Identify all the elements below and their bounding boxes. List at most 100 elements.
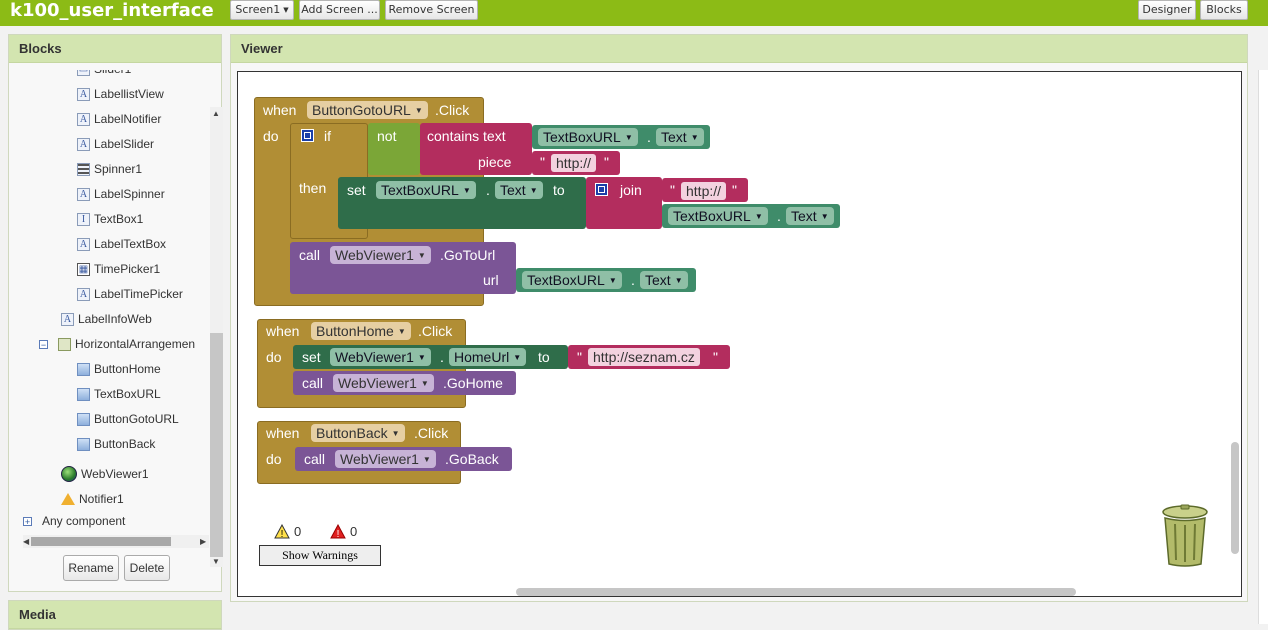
blocks-panel: Blocks ▭ Slider1 A LabellistView A LabelNot… [8,34,223,592]
slider-icon: ▭ [77,63,90,76]
page-scroll-strip [1258,70,1268,624]
tree-item-labelslider[interactable]: A LabelSlider [77,134,154,154]
chevron-down-icon: ▼ [624,133,633,142]
when-label: when [266,425,300,441]
scroll-up-icon[interactable]: ▲ [212,109,220,118]
warning-triangle-icon: ! [274,524,290,539]
tree-horizontal-scroll-thumb[interactable] [31,537,171,546]
button-icon [77,387,90,401]
tree-item-any-component[interactable]: + Any component [23,511,125,531]
to-label: to [553,182,565,198]
delete-button[interactable]: Delete [124,555,170,581]
component-name: ButtonGotoURL [312,102,411,118]
mutator-icon[interactable] [595,183,608,196]
do-label: do [266,451,282,467]
trash-can-icon[interactable] [1160,504,1210,568]
tree-item-buttonhome[interactable]: ButtonHome [77,359,161,379]
workspace-vertical-scrollbar[interactable] [1231,442,1239,554]
chevron-down-icon: ▼ [283,6,289,14]
component-dropdown-webviewer1[interactable]: WebViewer1 ▼ [330,348,431,366]
component-dropdown-webviewer1[interactable]: WebViewer1 ▼ [335,450,436,468]
component-dropdown-textboxurl[interactable]: TextBoxURL ▼ [538,128,638,146]
string-value-http[interactable]: http:// [681,182,727,200]
property-dropdown-text[interactable]: Text ▼ [640,271,688,289]
tree-item-horizontalarrangement[interactable]: − HorizontalArrangemen [39,334,204,354]
show-warnings-button[interactable]: Show Warnings [259,545,381,566]
workspace-horizontal-scrollbar[interactable] [516,588,1076,596]
screen-dropdown[interactable]: Screen1 ▼ [230,0,294,20]
when-label: when [266,323,300,339]
dot-label: . [647,129,651,145]
tree-item-webviewer1[interactable]: WebViewer1 [61,464,149,484]
tree-vertical-scroll-thumb[interactable] [210,333,223,557]
rename-button[interactable]: Rename [63,555,119,581]
tree-vertical-scrollbar[interactable]: ▲ ▼ [210,107,223,567]
expand-icon[interactable]: + [23,516,32,526]
component-dropdown-textboxurl[interactable]: TextBoxURL ▼ [376,181,476,199]
scroll-down-icon[interactable]: ▼ [212,557,220,566]
tree-item-timepicker1[interactable]: ▦ TimePicker1 [77,259,160,279]
tree-item-labelspinner[interactable]: A LabelSpinner [77,184,165,204]
mutator-icon[interactable] [301,129,314,142]
tree-item-labeltextbox[interactable]: A LabelTextBox [77,234,166,254]
click-label: .Click [418,323,453,339]
tree-item-buttongotourl[interactable]: ButtonGotoURL [77,409,179,429]
scroll-right-icon[interactable]: ▶ [200,537,206,546]
component-dropdown-webviewer1[interactable]: WebViewer1 ▼ [330,246,431,264]
button-icon [77,412,90,426]
tree-item-buttonback[interactable]: ButtonBack [77,434,155,454]
component-name: WebViewer1 [340,451,419,467]
call-label: call [302,375,324,391]
quote-close: " [604,154,609,170]
tree-horizontal-scrollbar[interactable]: ◀ ▶ [23,535,209,548]
tree-item-label: TextBox1 [94,212,144,226]
chevron-down-icon: ▼ [397,327,406,336]
component-dropdown-buttonback[interactable]: ButtonBack ▼ [311,424,405,442]
set-label: set [302,349,321,365]
property-dropdown-text[interactable]: Text ▼ [786,207,834,225]
goback-label: .GoBack [445,451,499,467]
tree-item-labeltimepicker[interactable]: A LabelTimePicker [77,284,183,304]
scroll-left-icon[interactable]: ◀ [23,537,29,546]
contains-text-label: contains text [427,128,506,144]
to-label: to [538,349,550,365]
tree-item-labelinfoweb[interactable]: A LabelInfoWeb [61,309,152,329]
chevron-down-icon: ▼ [422,455,431,464]
tree-item-label: ButtonBack [94,437,156,451]
collapse-icon[interactable]: − [39,339,48,349]
tree-item-textbox1[interactable]: I TextBox1 [77,209,143,229]
property-dropdown-text[interactable]: Text ▼ [495,181,543,199]
tree-item-labellistview[interactable]: A LabellistView [77,84,164,104]
label-icon: A [77,187,90,201]
blocks-workspace[interactable]: when ButtonGotoURL ▼ .Click do if then no… [237,71,1242,597]
tree-item-textboxurl[interactable]: TextBoxURL [77,384,161,404]
designer-button[interactable]: Designer [1138,0,1196,20]
property-dropdown-text[interactable]: Text ▼ [656,128,704,146]
property-name: Text [661,129,687,145]
click-label: .Click [414,425,449,441]
tree-item-spinner1[interactable]: Spinner1 [77,159,142,179]
dot-label: . [631,272,635,288]
component-dropdown-textboxurl[interactable]: TextBoxURL ▼ [522,271,622,289]
tree-item-labelnotifier[interactable]: A LabelNotifier [77,109,161,129]
remove-screen-button[interactable]: Remove Screen [385,0,478,20]
error-count: 0 [350,524,358,539]
component-dropdown-textboxurl[interactable]: TextBoxURL ▼ [668,207,768,225]
add-screen-button[interactable]: Add Screen ... [299,0,380,20]
string-value-http[interactable]: http:// [551,154,597,172]
tree-item-notifier1[interactable]: Notifier1 [61,489,124,509]
component-name: TextBoxURL [673,208,751,224]
component-name: WebViewer1 [338,375,417,391]
string-value-seznam[interactable]: http://seznam.cz [588,348,700,366]
component-dropdown-webviewer1[interactable]: WebViewer1 ▼ [333,374,434,392]
app-title: k100_user_interface [10,0,214,21]
quote-close: " [732,182,737,198]
blocks-button[interactable]: Blocks [1200,0,1248,20]
viewer-panel-title: Viewer [231,35,1247,63]
set-label: set [347,182,366,198]
component-dropdown-buttongotourl[interactable]: ButtonGotoURL ▼ [307,101,428,119]
tree-item-label: ButtonHome [94,362,161,376]
component-dropdown-buttonhome[interactable]: ButtonHome ▼ [311,322,411,340]
media-panel-title: Media [9,601,221,629]
property-dropdown-homeurl[interactable]: HomeUrl ▼ [449,348,527,366]
